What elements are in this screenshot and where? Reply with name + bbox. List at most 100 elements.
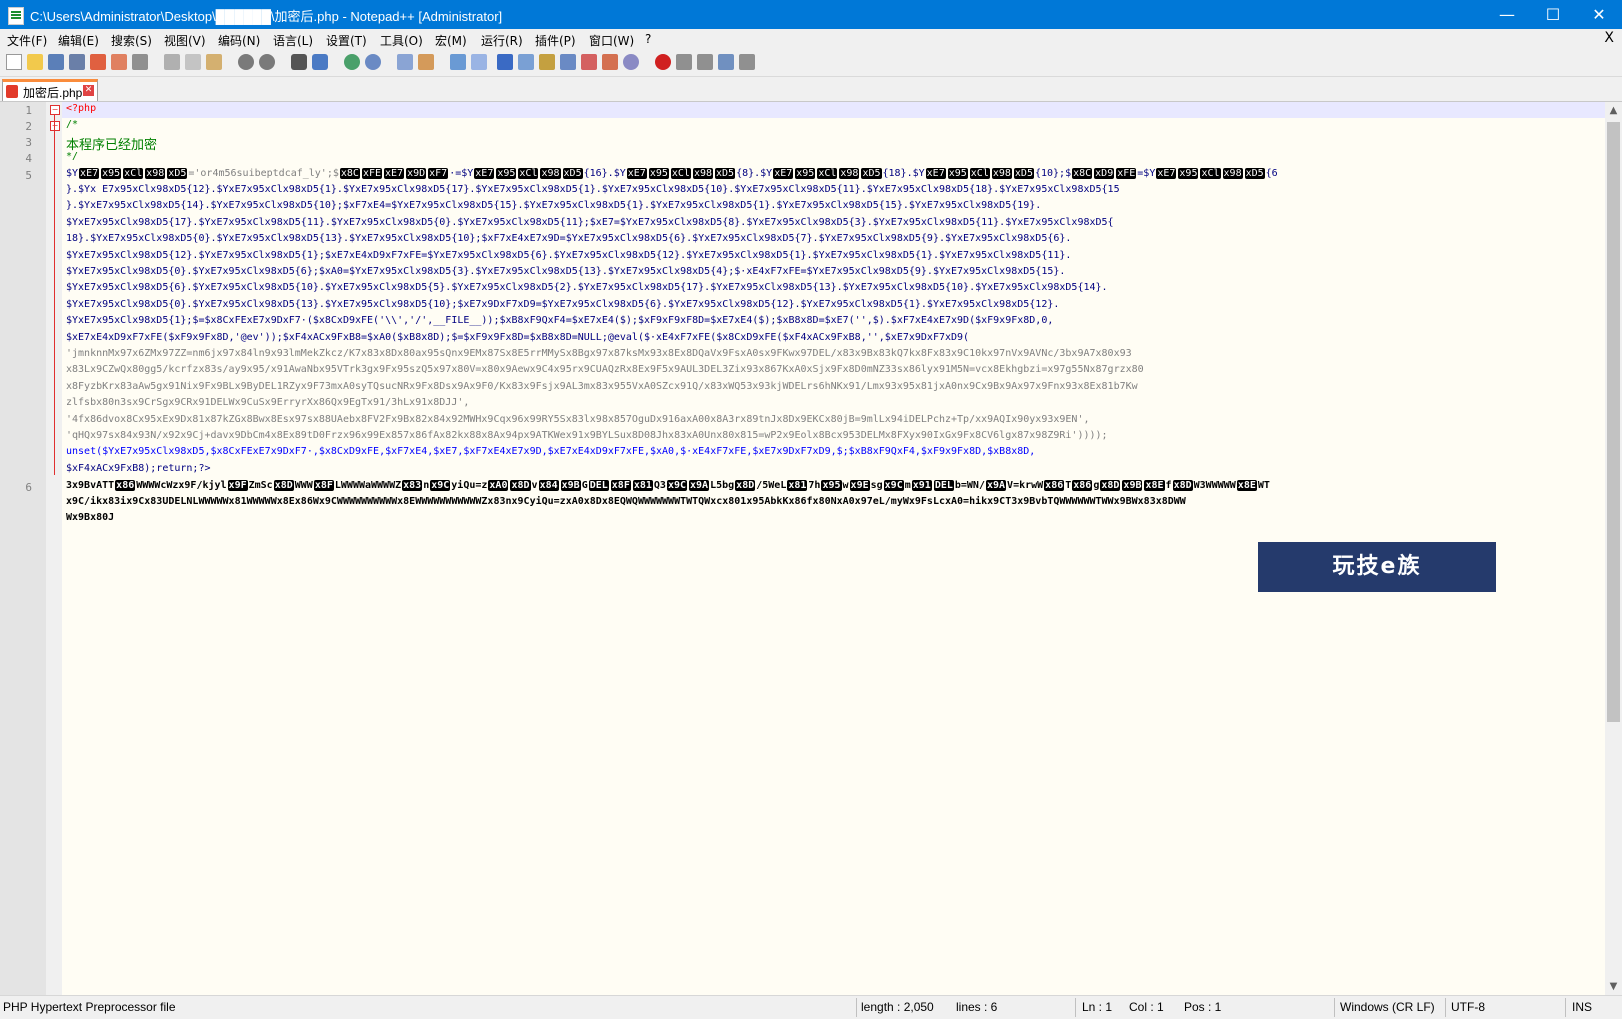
fold-line [54, 131, 55, 155]
paste-icon[interactable] [206, 54, 222, 70]
maximize-button[interactable]: ☐ [1530, 0, 1576, 29]
scroll-thumb[interactable] [1607, 122, 1620, 722]
code-token: W3WWWWW [1193, 480, 1236, 491]
line-number: 2 [25, 120, 32, 133]
stop-record-icon[interactable] [676, 54, 692, 70]
tab-close-icon[interactable]: ✕ [83, 85, 94, 96]
menu-file[interactable]: 文件(F) [7, 32, 47, 49]
menu-view[interactable]: 视图(V) [164, 32, 206, 49]
code-line-2: /* [66, 119, 79, 130]
undo-icon[interactable] [238, 54, 254, 70]
sync-vertical-icon[interactable] [397, 54, 413, 70]
word-wrap-icon[interactable] [450, 54, 466, 70]
control-char-badge: xE7 [474, 168, 495, 179]
control-char-badge: x98 [540, 168, 561, 179]
menu-search[interactable]: 搜索(S) [111, 32, 152, 49]
menu-window[interactable]: 窗口(W) [589, 32, 634, 49]
code-token: {6 [1265, 168, 1278, 179]
control-char-badge: x9E [849, 480, 870, 491]
code-token: n [423, 480, 430, 491]
editor[interactable]: 1 2 3 4 5 6 − − <?php /* 本程序已经加密 */ $YxE… [0, 102, 1605, 995]
menu-macro[interactable]: 宏(M) [435, 32, 467, 49]
control-char-badge: x9A [985, 480, 1007, 491]
redo-icon[interactable] [259, 54, 275, 70]
control-char-badge: x81 [632, 480, 653, 491]
control-char-badge: xE7 [79, 168, 100, 179]
control-char-badge: x95 [496, 168, 517, 179]
status-ln: Ln : 1 [1082, 1000, 1113, 1014]
tab-encrypted-php[interactable]: 加密后.php ✕ [2, 79, 98, 101]
control-char-badge: x98 [991, 168, 1012, 179]
record-macro-icon[interactable] [655, 54, 671, 70]
control-char-badge: x8D [1100, 480, 1121, 491]
new-file-icon[interactable] [6, 54, 22, 70]
eye-icon[interactable] [623, 54, 639, 70]
code-wrapped-line: $YxE7x95xClx98xD5{0}.$YxE7x95xClx98xD5{1… [66, 298, 1060, 310]
save-icon[interactable] [48, 54, 64, 70]
close-all-icon[interactable] [111, 54, 127, 70]
control-char-badge: xD5 [562, 168, 583, 179]
cut-icon[interactable] [164, 54, 180, 70]
play-macro-icon[interactable] [697, 54, 713, 70]
close-window-button[interactable]: ✕ [1576, 0, 1622, 29]
code-token: 3x9BvATT [66, 480, 115, 491]
line-number: 3 [25, 136, 32, 149]
control-char-badge: xD5 [167, 168, 188, 179]
close-icon[interactable] [90, 54, 106, 70]
close-document-button[interactable]: X [1604, 30, 1614, 46]
menu-plugins[interactable]: 插件(P) [535, 32, 576, 49]
folder-workspace-icon[interactable] [581, 54, 597, 70]
menu-edit[interactable]: 编辑(E) [58, 32, 99, 49]
fold-toggle[interactable]: − [50, 105, 60, 115]
monitor-icon[interactable] [602, 54, 618, 70]
print-icon[interactable] [132, 54, 148, 70]
find-icon[interactable] [291, 54, 307, 70]
code-wrapped-line: zlfsbx80n3sx9CrSgx9CRx91DELWx9CuSx9Erryr… [66, 397, 470, 409]
code-token: yiQu=z [451, 480, 488, 491]
control-char-badge: x9C [666, 480, 688, 491]
vertical-scrollbar[interactable]: ▲ ▼ [1605, 102, 1622, 995]
code-token: ZmSc [248, 480, 273, 491]
doc-map-icon[interactable] [539, 54, 555, 70]
control-char-badge: x95 [947, 168, 968, 179]
scroll-up-icon[interactable]: ▲ [1605, 102, 1622, 119]
minimize-button[interactable]: — [1484, 0, 1530, 29]
scroll-down-icon[interactable]: ▼ [1605, 978, 1622, 995]
control-char-badge: xE7 [773, 168, 794, 179]
zoom-out-icon[interactable] [365, 54, 381, 70]
code-wrapped-line: $xE7xE4xD9xF7xFE($xF9x9Fx8D,'@ev'));$xF4… [66, 331, 970, 343]
menu-help[interactable]: ? [645, 32, 651, 46]
save-all-icon[interactable] [69, 54, 85, 70]
menu-encoding[interactable]: 编码(N) [218, 32, 260, 49]
control-char-badge: xD9 [1094, 168, 1115, 179]
fold-toggle[interactable]: − [50, 121, 60, 131]
control-char-badge: x84 [538, 480, 559, 491]
zoom-in-icon[interactable] [344, 54, 360, 70]
control-char-badge: x9F [227, 480, 248, 491]
control-char-badge: x8F [313, 480, 334, 491]
sync-horizontal-icon[interactable] [418, 54, 434, 70]
tab-label: 加密后.php [23, 86, 83, 100]
indent-guide-icon[interactable] [497, 54, 513, 70]
menu-run[interactable]: 运行(R) [481, 32, 523, 49]
control-char-badge: xD5 [861, 168, 882, 179]
menu-settings[interactable]: 设置(T) [326, 32, 367, 49]
control-char-badge: x9D [406, 168, 427, 179]
menu-tools[interactable]: 工具(O) [380, 32, 423, 49]
show-all-chars-icon[interactable] [471, 54, 487, 70]
control-char-badge: x8F [610, 480, 631, 491]
code-wrapped-line: x9C/ikx83ix9Cx83UDELNLWWWWWx81WWWWWx8Ex8… [66, 496, 1186, 507]
function-list-icon[interactable] [560, 54, 576, 70]
save-macro-icon[interactable] [739, 54, 755, 70]
open-file-icon[interactable] [27, 54, 43, 70]
replace-icon[interactable] [312, 54, 328, 70]
run-macro-multiple-icon[interactable] [718, 54, 734, 70]
copy-icon[interactable] [185, 54, 201, 70]
code-wrapped-line: x83Lx9CZwQx80gg5/kcrfzx83s/ay9x95/x91Awa… [66, 364, 1144, 376]
menu-language[interactable]: 语言(L) [273, 32, 313, 49]
code-token: LWWWWaWWWWZ [334, 480, 402, 491]
status-length: length : 2,050 [861, 1000, 934, 1014]
status-pos: Pos : 1 [1184, 1000, 1222, 1014]
status-bar: PHP Hypertext Preprocessor file length :… [0, 995, 1622, 1019]
language-icon[interactable] [518, 54, 534, 70]
